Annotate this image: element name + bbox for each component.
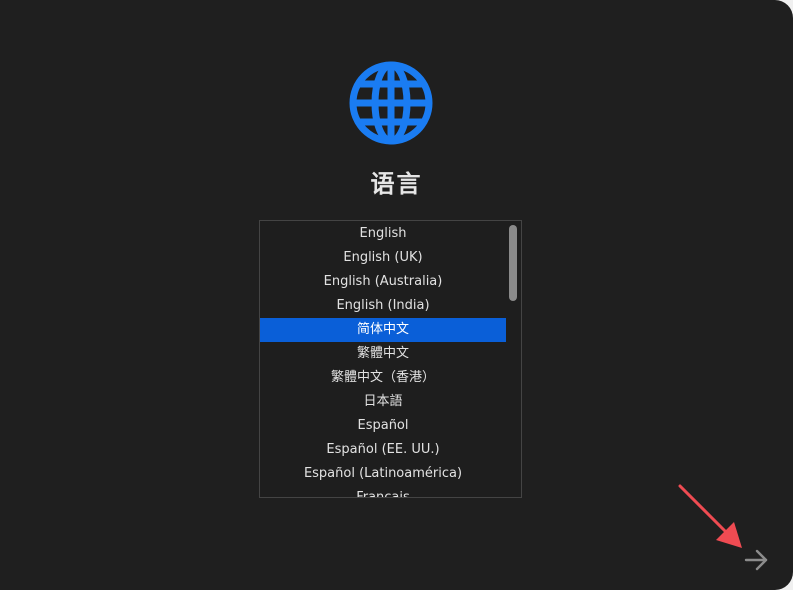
scrollbar[interactable] [508,223,519,495]
language-item[interactable]: Español (Latinoamérica) [260,462,506,486]
language-item[interactable]: Français [260,486,506,497]
language-item-selected[interactable]: 简体中文 [260,318,506,342]
language-item[interactable]: 繁體中文 [260,342,506,366]
language-list[interactable]: English English (UK) English (Australia) En… [259,220,522,498]
language-items: English English (UK) English (Australia) En… [260,222,506,497]
annotation-arrow [678,484,742,548]
scrollbar-thumb[interactable] [509,225,517,301]
language-item[interactable]: English (UK) [260,246,506,270]
language-item[interactable]: 日本語 [260,390,506,414]
globe-icon [349,61,433,145]
arrow-right-icon[interactable] [742,548,770,572]
language-item[interactable]: English [260,222,506,246]
language-item[interactable]: Español (EE. UU.) [260,438,506,462]
language-item[interactable]: Español [260,414,506,438]
installer-window: 语言 English English (UK) English (Australia… [0,0,793,590]
language-item[interactable]: 繁體中文（香港） [260,366,506,390]
page-title: 语言 [370,170,423,198]
language-item[interactable]: English (India) [260,294,506,318]
language-item[interactable]: English (Australia) [260,270,506,294]
